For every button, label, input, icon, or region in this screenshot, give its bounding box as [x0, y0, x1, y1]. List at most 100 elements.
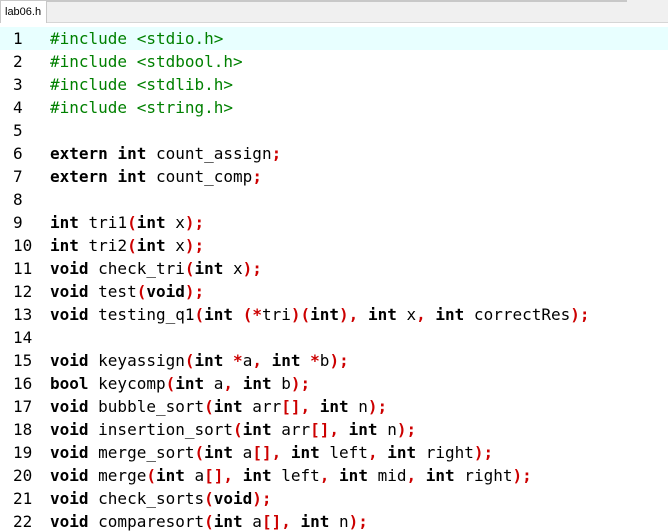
code-token: bool — [50, 374, 89, 393]
line-number: 14 — [13, 328, 33, 347]
code-token: count_comp — [146, 167, 253, 186]
code-token: a — [204, 374, 224, 393]
code-line[interactable]: 16 bool keycomp(int a, int b); — [0, 372, 668, 395]
tab-lab06-h[interactable]: lab06.h — [0, 0, 47, 23]
code-token: left — [271, 466, 320, 485]
line-code: #include <string.h> — [50, 96, 233, 119]
code-token: int — [425, 466, 455, 485]
code-token: #include <stdio.h> — [50, 29, 224, 48]
code-line[interactable]: 9 int tri1(int x); — [0, 211, 668, 234]
code-token: arr — [271, 420, 311, 439]
code-editor[interactable]: 1 #include <stdio.h> 2 #include <stdbool.h>… — [0, 27, 668, 532]
code-token: void — [50, 466, 89, 485]
code-token: ), — [339, 305, 359, 324]
code-token: , — [416, 305, 426, 324]
code-token: ); — [329, 351, 349, 370]
code-token: , — [223, 374, 234, 393]
code-line[interactable]: 14 — [0, 326, 668, 349]
code-token: n — [329, 512, 349, 531]
code-line[interactable]: 6 extern int count_assign; — [0, 142, 668, 165]
code-token: void — [50, 282, 89, 301]
line-number: 2 — [13, 52, 23, 71]
code-token: merge_sort — [88, 443, 195, 462]
code-line[interactable]: 3 #include <stdlib.h> — [0, 73, 668, 96]
code-token: ); — [570, 305, 590, 324]
code-token: int — [242, 374, 272, 393]
line-code: #include <stdlib.h> — [50, 73, 233, 96]
code-line[interactable]: 8 — [0, 188, 668, 211]
code-token: int — [271, 351, 301, 370]
line-code: #include <stdbool.h> — [50, 50, 243, 73]
code-token: ); — [348, 512, 368, 531]
code-line[interactable]: 15 void keyassign(int *a, int *b); — [0, 349, 668, 372]
code-token: merge — [88, 466, 147, 485]
code-line[interactable]: 19 void merge_sort(int a[], int left, int… — [0, 441, 668, 464]
code-token: , — [367, 443, 378, 462]
line-number: 5 — [13, 121, 23, 140]
line-number: 11 — [13, 259, 33, 278]
line-number: 9 — [13, 213, 23, 232]
code-token: int — [319, 397, 349, 416]
code-token: [], — [281, 397, 311, 416]
code-token: int — [290, 443, 320, 462]
tab-bar: lab06.h — [0, 0, 668, 23]
tab-bar-divider — [47, 0, 627, 2]
code-token: a — [233, 443, 253, 462]
line-code: bool keycomp(int a, int b); — [50, 372, 310, 395]
code-token: int — [204, 443, 234, 462]
code-line[interactable]: 18 void insertion_sort(int arr[], int n); — [0, 418, 668, 441]
code-line[interactable]: 22 void comparesort(int a[], int n); — [0, 510, 668, 532]
code-token: right — [454, 466, 513, 485]
code-token: int — [367, 305, 397, 324]
code-token: right — [416, 443, 474, 462]
code-line[interactable]: 4 #include <string.h> — [0, 96, 668, 119]
line-number: 8 — [13, 190, 23, 209]
code-token: ( — [127, 213, 137, 232]
code-line[interactable]: 10 int tri2(int x); — [0, 234, 668, 257]
line-number: 10 — [13, 236, 33, 255]
code-token: ); — [184, 213, 205, 232]
code-token: tri2 — [78, 236, 128, 255]
code-token: int — [348, 420, 378, 439]
code-token: extern — [50, 167, 108, 186]
code-token: extern — [50, 144, 108, 163]
code-token: void — [50, 259, 89, 278]
code-token: void — [50, 397, 89, 416]
code-token: ); — [512, 466, 532, 485]
code-line[interactable]: 5 — [0, 119, 668, 142]
line-number: 3 — [13, 75, 23, 94]
line-number: 1 — [13, 29, 23, 48]
line-number: 17 — [13, 397, 33, 416]
code-line[interactable]: 1 #include <stdio.h> — [0, 27, 668, 50]
code-line[interactable]: 17 void bubble_sort(int arr[], int n); — [0, 395, 668, 418]
code-token: int — [435, 305, 465, 324]
code-line[interactable]: 11 void check_tri(int x); — [0, 257, 668, 280]
code-token: ( — [204, 397, 214, 416]
code-token: int — [242, 466, 272, 485]
code-token: ); — [290, 374, 311, 393]
line-code: void comparesort(int a[], int n); — [50, 510, 368, 532]
code-token: [], — [204, 466, 234, 485]
code-token: ); — [252, 489, 272, 508]
code-token: b — [271, 374, 291, 393]
code-token: int — [213, 397, 243, 416]
code-token: , — [406, 466, 417, 485]
code-line[interactable]: 21 void check_sorts(void); — [0, 487, 668, 510]
code-token: ); — [184, 282, 205, 301]
code-line[interactable]: 2 #include <stdbool.h> — [0, 50, 668, 73]
code-line[interactable]: 13 void testing_q1(int (*tri)(int), int x… — [0, 303, 668, 326]
code-token: x — [165, 236, 185, 255]
code-token: int — [204, 305, 234, 324]
code-line[interactable]: 12 void test(void); — [0, 280, 668, 303]
code-token: correctRes — [464, 305, 571, 324]
code-line[interactable]: 20 void merge(int a[], int left, int mid,… — [0, 464, 668, 487]
code-token: check_sorts — [88, 489, 205, 508]
code-line[interactable]: 7 extern int count_comp; — [0, 165, 668, 188]
